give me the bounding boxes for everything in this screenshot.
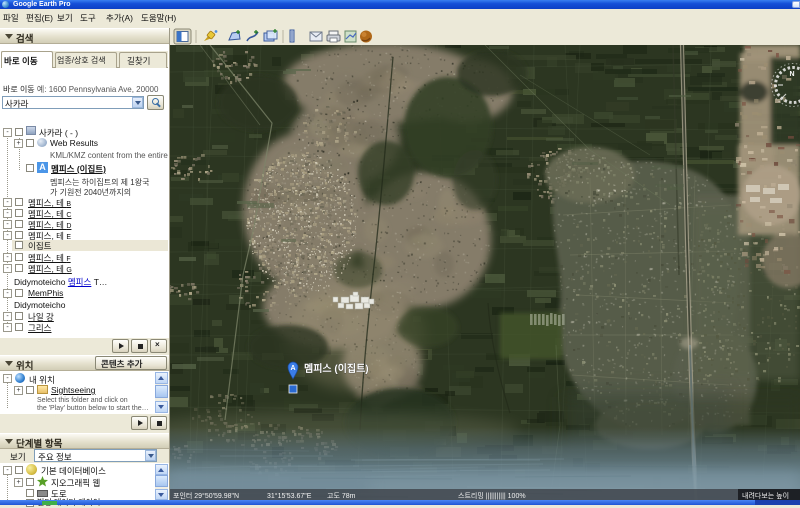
- svg-text:내려다보는 높이: 내려다보는 높이: [742, 491, 789, 500]
- svg-text:포인터 29°50'59.98"N: 포인터 29°50'59.98"N: [173, 491, 239, 500]
- svg-text:31°15'53.67"E: 31°15'53.67"E: [267, 492, 312, 500]
- svg-text:멤피스 (이집트): 멤피스 (이집트): [304, 362, 369, 375]
- svg-text:고도 78m: 고도 78m: [327, 492, 356, 500]
- svg-text:스트리밍 ||||||||||| 100%: 스트리밍 ||||||||||| 100%: [458, 491, 526, 500]
- svg-text:N: N: [789, 71, 794, 78]
- svg-text:A: A: [290, 365, 295, 372]
